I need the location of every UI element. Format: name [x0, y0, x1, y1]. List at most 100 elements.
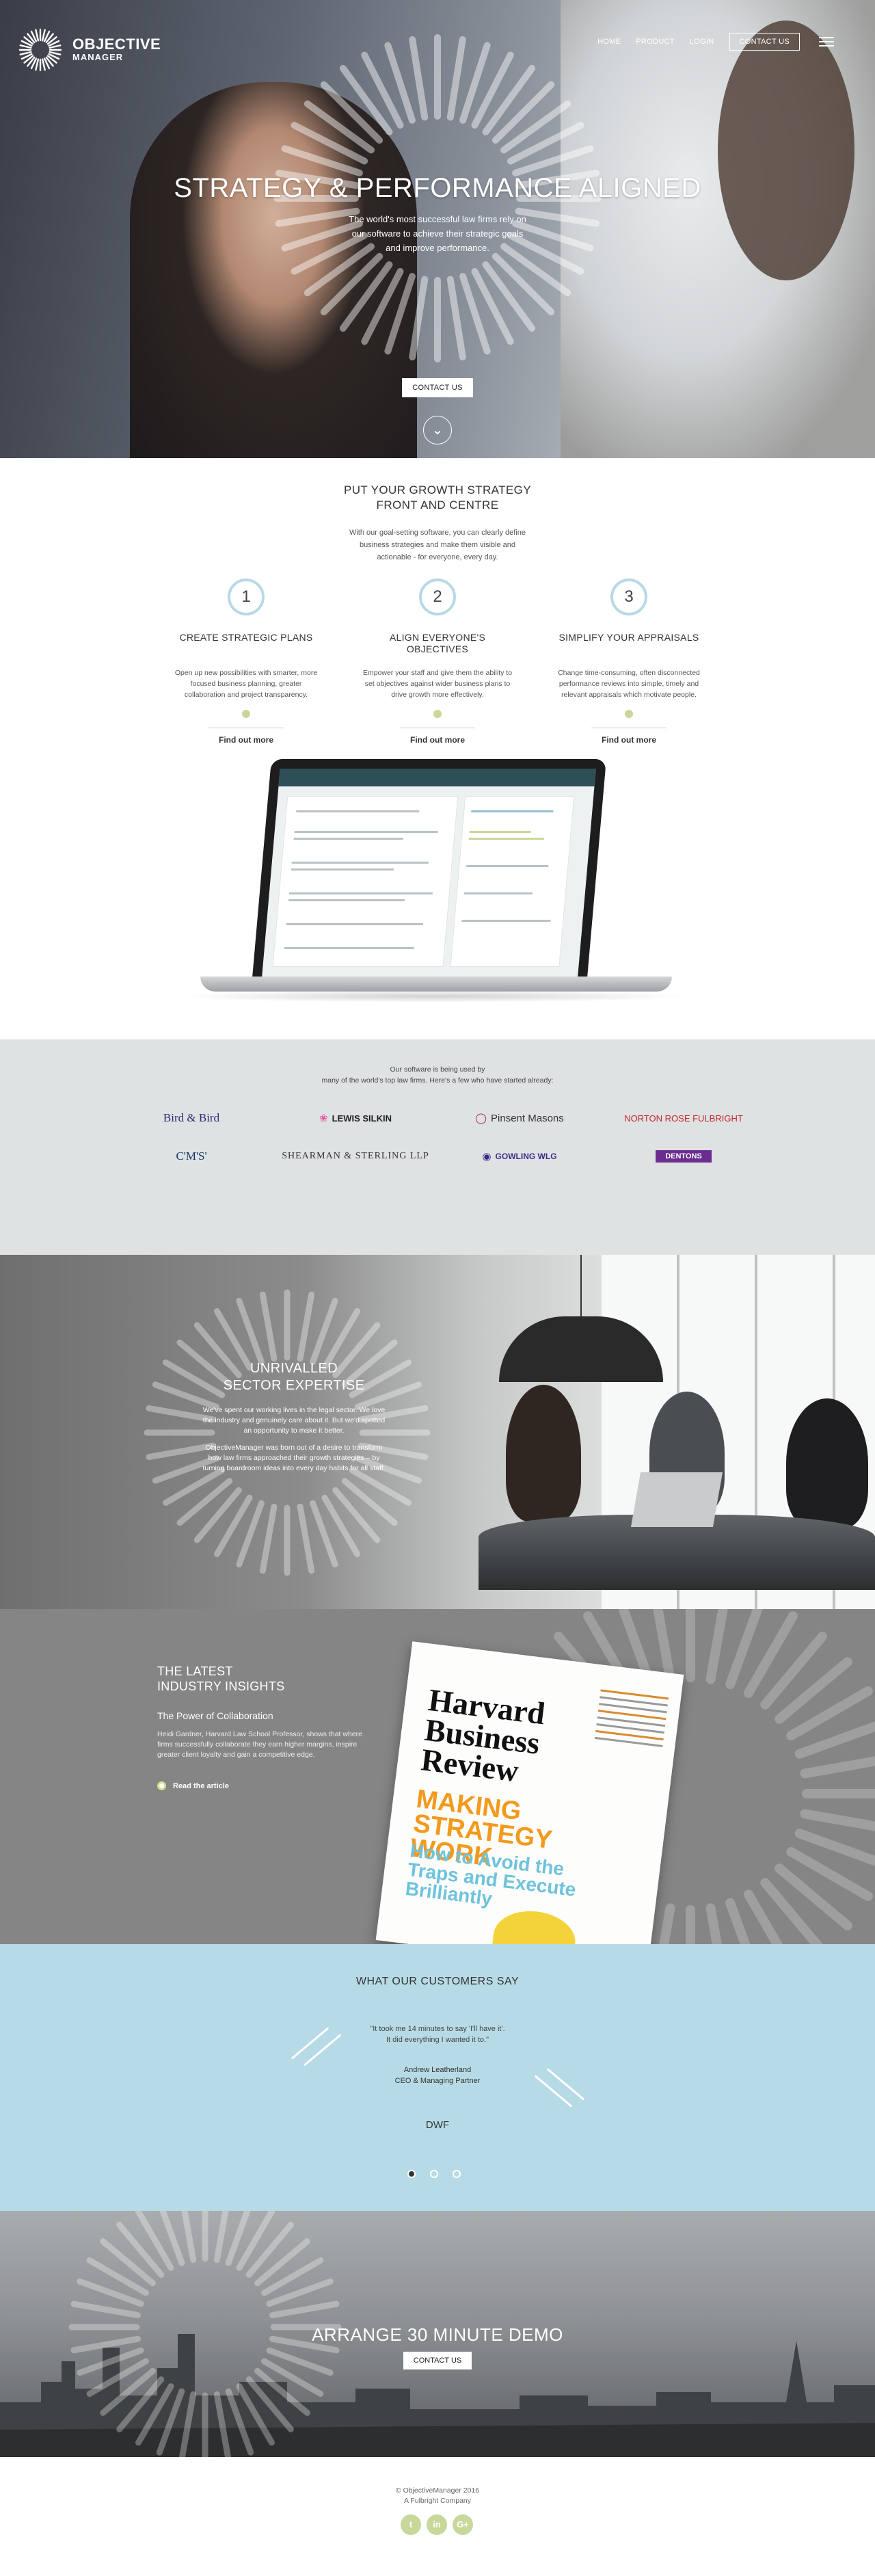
- nav-login-link[interactable]: LOGIN: [690, 38, 714, 46]
- hero-contact-button[interactable]: CONTACT US: [402, 378, 473, 397]
- pinsent-masons-icon: ◯: [475, 1113, 487, 1124]
- laptop-shadow: [176, 990, 689, 1002]
- client-logo-text: LEWIS SILKIN: [332, 1113, 392, 1124]
- footer-copyright: © ObjectiveManager 2016 A Fulbright Comp…: [0, 2486, 875, 2506]
- lamp-cord: [580, 1255, 582, 1318]
- client-logo-text: GOWLING WLG: [495, 1152, 557, 1161]
- hamburger-menu-icon[interactable]: [819, 37, 834, 47]
- read-article-bullet-icon: [157, 1781, 166, 1790]
- clients-intro-line1: Our software is being used by: [390, 1065, 485, 1074]
- client-logo-cms: C'M'S': [109, 1146, 273, 1167]
- laptop-base: [200, 977, 672, 992]
- step-find-out-more-link[interactable]: Find out more: [171, 735, 321, 745]
- step-text: Empower your staff and give them the abi…: [362, 669, 513, 699]
- laptop-screen: [262, 769, 596, 978]
- client-logo-lewis-silkin: ❀ LEWIS SILKIN: [273, 1108, 438, 1128]
- nav-home-link[interactable]: HOME: [597, 38, 621, 46]
- sector-title: UNRIVALLED SECTOR EXPERTISE: [171, 1360, 417, 1394]
- nav-product-link[interactable]: PRODUCT: [636, 38, 675, 46]
- meeting-person: [786, 1398, 868, 1528]
- testimonial-company: DWF: [425, 2119, 450, 2131]
- step-text: Change time-consuming, often disconnecte…: [558, 669, 700, 699]
- sector-text: We've spent our working lives in the leg…: [198, 1405, 390, 1480]
- insights-title: THE LATEST INDUSTRY INSIGHTS: [157, 1664, 284, 1694]
- growth-intro: With our goal-setting software, you can …: [0, 527, 875, 563]
- step-bullet-icon: [625, 710, 633, 718]
- hero-subtitle: The world's most successful law firms re…: [0, 212, 875, 255]
- read-article-label: Read the article: [173, 1781, 229, 1790]
- twitter-icon[interactable]: t: [401, 2514, 421, 2535]
- testimonial-quote: "It took me 14 minutes to say 'I'll have…: [0, 2023, 875, 2045]
- logo-sunburst-icon: [18, 28, 62, 72]
- linkedin-icon[interactable]: in: [427, 2514, 447, 2535]
- step-item: 2 ALIGN EVERYONE'S OBJECTIVES Empower yo…: [362, 579, 513, 745]
- step-number-circle: 2: [419, 579, 456, 615]
- laptop-product-screenshot: [163, 759, 696, 1005]
- step-number-circle: 1: [228, 579, 265, 615]
- lewis-silkin-flower-icon: ❀: [319, 1113, 328, 1124]
- hbr-magazine-cover: Harvard Business Review MAKING STRATEGY …: [375, 1641, 684, 1944]
- read-article-link[interactable]: Read the article: [157, 1781, 229, 1790]
- client-logo-text: NORTON ROSE FULBRIGHT: [624, 1113, 743, 1124]
- insights-title-line2: INDUSTRY INSIGHTS: [157, 1679, 285, 1693]
- client-logo-gowling-wlg: ◉ GOWLING WLG: [438, 1146, 602, 1167]
- clients-section: Our software is being used by many of th…: [0, 1039, 875, 1255]
- carousel-dot-3[interactable]: [453, 2170, 461, 2178]
- main-menu: HOME PRODUCT LOGIN CONTACT US: [597, 33, 834, 51]
- carousel-dot-1[interactable]: [407, 2170, 416, 2178]
- demo-contact-button[interactable]: CONTACT US: [403, 2352, 472, 2369]
- client-logo-dentons: DENTONS: [602, 1146, 766, 1167]
- hero-subtitle-text: The world's most successful law firms re…: [349, 214, 526, 253]
- step-find-out-more-link[interactable]: Find out more: [362, 735, 513, 745]
- app-feed-panel: [272, 796, 459, 967]
- steps-list: 1 CREATE STRATEGIC PLANS Open up new pos…: [171, 579, 704, 745]
- growth-strategy-section: PUT YOUR GROWTH STRATEGY FRONT AND CENTR…: [0, 458, 875, 1039]
- step-item: 3 SIMPLIFY YOUR APPRAISALS Change time-c…: [554, 579, 704, 745]
- client-logos: Bird & Bird ❀ LEWIS SILKIN ◯ Pinsent Mason…: [109, 1108, 766, 1167]
- step-text: Open up new possibilities with smarter, …: [174, 669, 318, 699]
- testimonials-title: WHAT OUR CUSTOMERS SAY: [355, 1976, 520, 1987]
- app-header-bar: [278, 769, 596, 786]
- sector-paragraph: ObjectiveManager was born out of a desir…: [202, 1444, 386, 1472]
- nav-contact-button[interactable]: CONTACT US: [729, 33, 800, 51]
- testimonial-author-name: Andrew Leatherland: [403, 2066, 472, 2074]
- client-logo-pinsent-masons: ◯ Pinsent Masons: [438, 1108, 602, 1128]
- growth-title-line1: PUT YOUR GROWTH STRATEGY: [343, 483, 532, 496]
- growth-intro-text: With our goal-setting software, you can …: [349, 529, 526, 561]
- app-side-panel: [450, 796, 575, 967]
- top-navigation: OBJECTIVE MANAGER HOME PRODUCT LOGIN CON…: [0, 27, 875, 72]
- meeting-person: [506, 1385, 581, 1522]
- hero-section: OBJECTIVE MANAGER HOME PRODUCT LOGIN CON…: [0, 0, 875, 458]
- demo-section: ARRANGE 30 MINUTE DEMO CONTACT US: [0, 2211, 875, 2457]
- demo-title: ARRANGE 30 MINUTE DEMO: [312, 2324, 563, 2345]
- insights-article-title: The Power of Collaboration: [157, 1710, 273, 1721]
- sector-title-line2: SECTOR EXPERTISE: [223, 1378, 365, 1393]
- step-number-circle: 3: [610, 579, 647, 615]
- scroll-down-chevron-icon[interactable]: ⌄: [423, 416, 452, 444]
- google-plus-icon[interactable]: G+: [453, 2514, 473, 2535]
- logo-text-objective: OBJECTIVE: [72, 36, 161, 53]
- client-logo-bird-and-bird: Bird & Bird: [109, 1108, 273, 1128]
- testimonial-quote-line1: "It took me 14 minutes to say 'I'll have…: [370, 2025, 505, 2033]
- sector-expertise-section: UNRIVALLED SECTOR EXPERTISE We've spent …: [0, 1255, 875, 1609]
- clients-intro: Our software is being used by many of th…: [0, 1064, 875, 1086]
- footer: © ObjectiveManager 2016 A Fulbright Comp…: [0, 2457, 875, 2576]
- laptop-lid: [252, 759, 606, 978]
- testimonial-quote-line2: It did everything I wanted it to.": [386, 2036, 489, 2044]
- testimonial-author: Andrew Leatherland CEO & Managing Partne…: [0, 2064, 875, 2086]
- carousel-dots: [407, 2170, 461, 2178]
- social-links: t in G+: [401, 2514, 473, 2535]
- step-title: ALIGN EVERYONE'S OBJECTIVES: [389, 632, 486, 654]
- step-item: 1 CREATE STRATEGIC PLANS Open up new pos…: [171, 579, 321, 745]
- hero-title: STRATEGY & PERFORMANCE ALIGNED: [174, 173, 701, 203]
- sector-paragraph: We've spent our working lives in the leg…: [202, 1406, 386, 1435]
- objective-manager-logo[interactable]: OBJECTIVE MANAGER: [18, 27, 161, 72]
- step-find-out-more-link[interactable]: Find out more: [554, 735, 704, 745]
- client-logo-text: C'M'S': [176, 1150, 207, 1163]
- carousel-dot-2[interactable]: [430, 2170, 438, 2178]
- hbr-masthead: Harvard Business Review: [419, 1682, 548, 1789]
- insights-section: THE LATEST INDUSTRY INSIGHTS The Power o…: [0, 1609, 875, 1944]
- company-text: A Fulbright Company: [403, 2497, 472, 2505]
- step-bullet-icon: [242, 710, 250, 718]
- client-logo-shearman-sterling: SHEARMAN & STERLING LLP: [273, 1146, 438, 1167]
